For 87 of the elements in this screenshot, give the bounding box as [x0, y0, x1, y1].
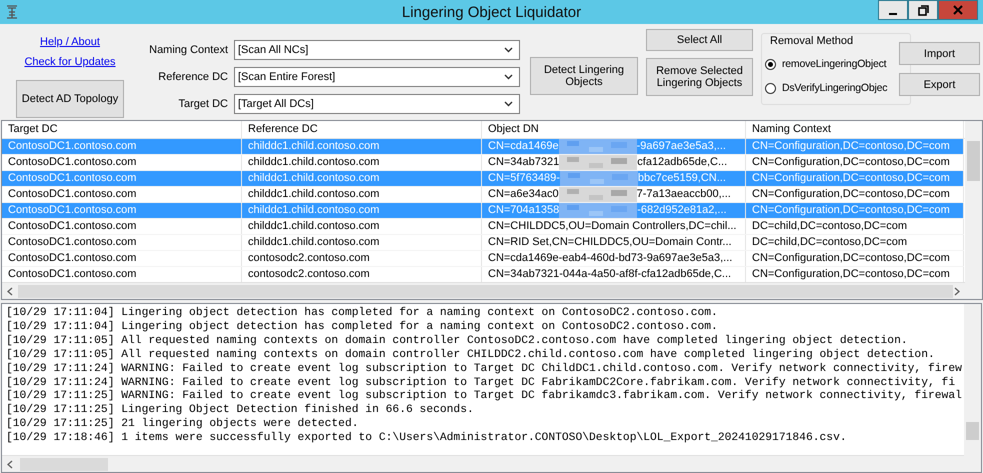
table-cell: ContosoDC1.contoso.com — [2, 155, 242, 170]
import-button[interactable]: Import — [899, 42, 980, 65]
table-cell: CN=Configuration,DC=contoso,DC=com — [746, 139, 964, 154]
table-cell: CN=RID Set,CN=CHILDDC5,OU=Domain Contr... — [488, 235, 732, 250]
table-cell: ContosoDC1.contoso.com — [2, 171, 242, 186]
help-link[interactable]: Help / About — [40, 32, 100, 52]
table-row[interactable]: ContosoDC1.contoso.com childdc1.child.contoso.com CN=CHILDDC5,OU=Domain Controllers,DC=chil... DC=child,DC=contoso,DC=com — [2, 219, 964, 235]
table-cell: ContosoDC1.contoso.com — [2, 203, 242, 218]
remove-button[interactable]: Remove Selected Lingering Objects — [646, 58, 753, 96]
log-line: [10/29 17:11:24] WARNING: Failed to create event log subscription to Target DC FabrikamDC2Core.fabrikam.com. Verify network connectivity, fi — [6, 376, 956, 390]
table-row[interactable]: ContosoDC1.contoso.com childdc1.child.contoso.com CN=RID Set,CN=CHILDDC5,OU=Domain Contr... DC=child,DC=contoso,DC=com — [2, 235, 964, 251]
table-cell: CN=cda1469e-eab4-460d-bd73-9a697ae3e5a3,... — [488, 251, 732, 266]
table-cell: childdc1.child.contoso.com — [242, 203, 482, 218]
table-cell: CN=a6e34ac0 — [488, 187, 559, 202]
field-label: Target DC — [177, 98, 228, 110]
table-cell: childdc1.child.contoso.com — [242, 139, 482, 154]
table-cell: CN=Configuration,DC=contoso,DC=com — [746, 155, 964, 170]
log-line: [10/29 17:11:25] 21 lingering objects were detected. — [6, 418, 359, 432]
column-header[interactable]: Target DC — [2, 121, 242, 138]
table-cell: -682d952e81a2,... — [637, 203, 727, 218]
table-cell: CN=CHILDDC5,OU=Domain Controllers,DC=chil... — [488, 219, 736, 234]
table-cell: childdc1.child.contoso.com — [242, 187, 482, 202]
log-line: [10/29 17:11:25] WARNING: Failed to create event log subscription to Target DC fabrikamdc3.fabrikam.com. Verify network connectivity, firewal — [6, 390, 962, 404]
scroll-left-icon[interactable] — [6, 460, 14, 468]
table-cell: CN=Configuration,DC=contoso,DC=com — [746, 203, 964, 218]
dropdown-field[interactable]: [Scan Entire Forest] — [234, 67, 520, 87]
table-cell: CN=cda1469e — [488, 139, 559, 154]
table-row[interactable]: ContosoDC1.contoso.com contosodc2.contoso.com CN=cda1469e-eab4-460d-bd73-9a697ae3e5a3,... CN=Configuration,DC=contoso,DC=com — [2, 251, 964, 267]
log-line: [10/29 17:11:04] Lingering object detection has completed for a naming context on ContosoDC2.contoso.com. — [6, 320, 718, 334]
table-cell: DC=child,DC=contoso,DC=com — [746, 235, 964, 250]
table-cell: 7-7a13aeaccb00,... — [636, 187, 731, 202]
radio-button[interactable] — [765, 82, 776, 94]
radio-label[interactable]: DsVerifyLingeringObjec — [782, 82, 888, 94]
dropdown-field[interactable]: [Target All DCs] — [234, 94, 520, 114]
table-cell: CN=34ab7321 — [488, 155, 560, 170]
restore-icon — [918, 4, 928, 16]
table-cell: bbc7ce5159,CN... — [638, 171, 726, 186]
updates-link[interactable]: Check for Updates — [24, 52, 116, 72]
close-button[interactable] — [938, 0, 978, 20]
table-cell: -9a697ae3e5a3,... — [636, 139, 726, 154]
field-label: Reference DC — [157, 71, 228, 83]
table-cell: childdc1.child.contoso.com — [242, 171, 482, 186]
table-cell: cfa12adb65de,C... — [637, 155, 728, 170]
select-all-button[interactable]: Select All — [646, 29, 753, 51]
log-line: [10/29 17:11:25] Lingering Object Detection finished in 66.6 seconds. — [6, 404, 474, 418]
table-cell: CN=Configuration,DC=contoso,DC=com — [746, 251, 964, 266]
detect-button[interactable]: Detect Lingering Objects — [530, 57, 638, 95]
app-icon — [6, 5, 18, 19]
close-icon — [953, 5, 963, 15]
group-title: Removal Method — [770, 35, 854, 47]
log-line: [10/29 17:11:24] WARNING: Failed to create event log subscription to Target DC ChildDC1.child.contoso.com. Verify network connectivity, firew — [6, 362, 962, 376]
table-cell: childdc1.child.contoso.com — [242, 219, 482, 234]
log-line: [10/29 17:11:05] All requested naming contexts on domain controller ContosoDC2.contoso.com have completed lingering object detection. — [6, 334, 908, 348]
radio-button[interactable] — [765, 58, 776, 70]
log-line: [10/29 17:18:46] 1 items were successfully exported to C:\Users\Administrator.CONTOSO\Desktop\LOL_Export_20241029171846.csv. — [6, 432, 847, 446]
table-cell: contosodc2.contoso.com — [242, 251, 482, 266]
column-header[interactable]: Naming Context — [746, 121, 964, 138]
table-cell: childdc1.child.contoso.com — [242, 235, 482, 250]
detect-topology-button[interactable]: Detect AD Topology — [16, 80, 124, 118]
table-cell: childdc1.child.contoso.com — [242, 155, 482, 170]
table-cell: ContosoDC1.contoso.com — [2, 251, 242, 266]
minimize-button[interactable] — [878, 0, 908, 20]
table-cell: CN=34ab7321-044a-4a50-af8f-cfa12adb65de,C... — [488, 267, 732, 282]
scroll-right-icon[interactable] — [953, 286, 961, 296]
table-cell: DC=child,DC=contoso,DC=com — [746, 219, 964, 234]
vertical-scrollbar[interactable] — [965, 121, 982, 299]
table-cell: CN=Configuration,DC=contoso,DC=com — [746, 187, 964, 202]
dropdown-field[interactable]: [Scan All NCs] — [234, 40, 520, 60]
table-cell: CN=Configuration,DC=contoso,DC=com — [746, 171, 964, 186]
table-cell: ContosoDC1.contoso.com — [2, 187, 242, 202]
vertical-scrollbar[interactable] — [964, 304, 981, 472]
column-header[interactable]: Reference DC — [242, 121, 482, 138]
radio-label[interactable]: removeLingeringObject — [782, 58, 886, 70]
window-title: Lingering Object Liquidator — [402, 4, 582, 20]
column-header[interactable]: Object DN — [482, 121, 746, 138]
table-cell: ContosoDC1.contoso.com — [2, 235, 242, 250]
minimize-icon — [889, 12, 897, 14]
log-line: [10/29 17:11:05] All requested naming contexts on domain controller CHILDDC2.child.contoso.com have completed lingering object detection. — [6, 348, 935, 362]
table-cell: CN=5f763489- — [488, 171, 560, 186]
table-cell: ContosoDC1.contoso.com — [2, 219, 242, 234]
restore-button[interactable] — [908, 0, 938, 20]
scroll-left-icon[interactable] — [6, 286, 14, 296]
field-label: Naming Context — [148, 44, 228, 56]
log-line: [10/29 17:11:04] Lingering object detection has completed for a naming context on ContosoDC2.contoso.com. — [6, 307, 718, 320]
export-button[interactable]: Export — [899, 73, 980, 96]
table-cell: CN=704a1358 — [488, 203, 560, 218]
table-cell: ContosoDC1.contoso.com — [2, 139, 242, 154]
